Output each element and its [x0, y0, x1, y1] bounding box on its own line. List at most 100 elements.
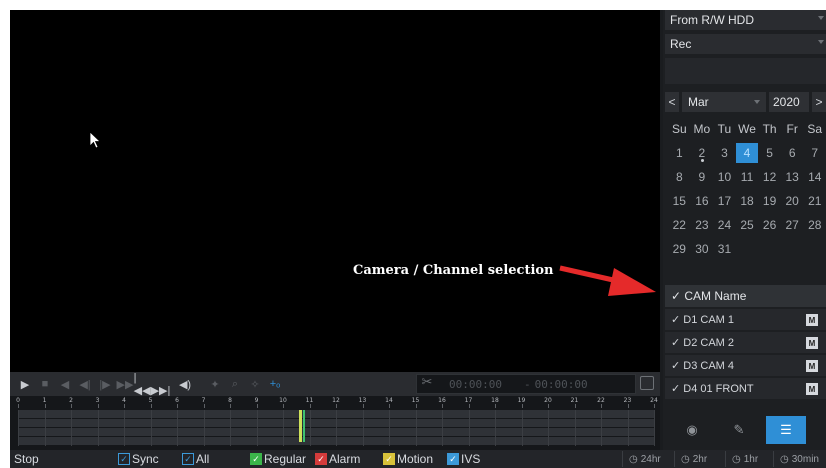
- calendar-day[interactable]: 9: [691, 170, 714, 184]
- channel-item[interactable]: ✓ D3 CAM 4 M: [665, 354, 826, 376]
- all-checkbox[interactable]: ✓ All: [182, 452, 209, 466]
- timeline-hour-label: 11: [305, 397, 314, 404]
- main-stream-badge[interactable]: M: [806, 383, 818, 395]
- calendar-day[interactable]: 17: [713, 194, 736, 208]
- calendar-day[interactable]: 4: [735, 143, 759, 163]
- calendar-day[interactable]: 20: [781, 194, 804, 208]
- calendar-day[interactable]: 23: [691, 218, 714, 232]
- weekday-label: We: [738, 122, 756, 136]
- alarm-checkbox[interactable]: ✓ Alarm: [315, 452, 360, 466]
- prev-month-button[interactable]: <: [665, 92, 679, 112]
- calendar-day[interactable]: 16: [691, 194, 714, 208]
- timeline-hour-label: 10: [279, 397, 287, 404]
- recording-segment[interactable]: [298, 410, 302, 442]
- clip-scissors-icon[interactable]: ✂: [416, 372, 438, 392]
- video-viewport[interactable]: Camera / Channel selection: [10, 10, 660, 372]
- next-month-button[interactable]: >: [812, 92, 826, 112]
- playback-state: Stop: [14, 452, 39, 466]
- ivs-checkbox[interactable]: ✓ IVS: [447, 452, 480, 466]
- calendar-day[interactable]: 25: [736, 218, 759, 232]
- calendar-day[interactable]: 24: [713, 218, 736, 232]
- calendar-day[interactable]: 22: [668, 218, 691, 232]
- timeline-tick: [336, 404, 337, 408]
- calendar-day[interactable]: 15: [668, 194, 691, 208]
- calendar-day[interactable]: 6: [781, 146, 804, 160]
- regular-checkbox[interactable]: ✓ Regular: [250, 452, 306, 466]
- clip-start-time[interactable]: 00:00:00: [449, 378, 502, 391]
- list-icon: ☰: [780, 422, 792, 437]
- range-2hr-button[interactable]: ◷ 2hr: [674, 451, 707, 467]
- calendar-day[interactable]: 19: [758, 194, 781, 208]
- skip-icon[interactable]: |◀◀▶▶|: [134, 372, 171, 397]
- calendar-day[interactable]: 29: [668, 242, 691, 256]
- tag-list-tab[interactable]: ✎: [719, 416, 759, 444]
- record-type-dropdown[interactable]: Rec: [665, 34, 826, 54]
- calendar-day[interactable]: 31: [713, 242, 736, 256]
- source-dropdown[interactable]: From R/W HDD: [665, 10, 826, 30]
- channel-item[interactable]: ✓ D2 CAM 2 M: [665, 331, 826, 353]
- timeline-hour-label: 23: [623, 397, 632, 404]
- timeline-tick: [574, 404, 576, 408]
- reverse-play-icon[interactable]: ◀: [56, 375, 74, 393]
- range-30min-button[interactable]: ◷ 30min: [773, 451, 819, 467]
- calendar-day[interactable]: 21: [803, 194, 826, 208]
- channel-list-header[interactable]: ✓ CAM Name: [665, 285, 826, 307]
- calendar-day[interactable]: 5: [758, 146, 781, 160]
- range-24hr-button[interactable]: ◷ 24hr: [622, 451, 661, 467]
- calendar-day[interactable]: 2: [691, 146, 714, 162]
- timeline-tick: [548, 404, 549, 408]
- timeline-hour-label: 0: [16, 397, 20, 404]
- weekday-label: Tu: [717, 122, 732, 136]
- volume-icon[interactable]: ◀): [176, 375, 194, 393]
- calendar-day[interactable]: 28: [803, 218, 826, 232]
- calendar-day[interactable]: 12: [758, 170, 781, 184]
- recording-segment[interactable]: [302, 410, 305, 442]
- calendar-day[interactable]: 1: [668, 146, 691, 160]
- sync-checkbox[interactable]: ✓ Sync: [118, 452, 159, 466]
- clip-end-time[interactable]: 00:00:00: [535, 378, 588, 391]
- step-back-icon[interactable]: ◀|: [76, 375, 94, 393]
- motion-checkbox[interactable]: ✓ Motion: [383, 452, 433, 466]
- chevron-down-icon: [754, 100, 760, 104]
- channel-item[interactable]: ✓ D4 01 FRONT M: [665, 377, 826, 399]
- main-stream-badge[interactable]: M: [806, 360, 818, 372]
- timeline-tick: [124, 404, 125, 408]
- smart-search-tab[interactable]: ◉: [672, 416, 712, 444]
- calendar-day[interactable]: 10: [713, 170, 736, 184]
- file-list-tab[interactable]: ☰: [766, 416, 806, 444]
- stop-icon[interactable]: ■: [36, 375, 54, 393]
- calendar-day[interactable]: 18: [736, 194, 759, 208]
- range-label: 24hr: [640, 453, 661, 465]
- timeline-hour-label: 4: [122, 397, 126, 404]
- calendar-day[interactable]: 3: [713, 146, 736, 160]
- step-forward-icon[interactable]: |▶: [96, 375, 114, 393]
- fast-forward-icon[interactable]: ▶▶: [116, 375, 134, 393]
- timeline-gridline: [468, 410, 470, 446]
- calendar-day[interactable]: 27: [781, 218, 804, 232]
- fisheye-icon[interactable]: ✦: [206, 375, 224, 393]
- channel-item[interactable]: ✓ D1 CAM 1 M: [665, 308, 826, 330]
- calendar-day[interactable]: 30: [691, 242, 714, 256]
- calendar-day[interactable]: 7: [803, 146, 826, 160]
- calendar-day[interactable]: 11: [736, 170, 759, 184]
- main-stream-badge[interactable]: M: [806, 337, 818, 349]
- calendar-day[interactable]: 8: [668, 170, 691, 184]
- save-clip-icon[interactable]: [640, 376, 654, 390]
- calendar-day[interactable]: 14: [803, 170, 826, 184]
- month-dropdown[interactable]: Mar: [682, 92, 766, 112]
- add-tag-icon[interactable]: +ₒ: [266, 375, 284, 393]
- calendar-day[interactable]: 26: [758, 218, 781, 232]
- range-1hr-button[interactable]: ◷ 1hr: [725, 451, 758, 467]
- timeline-gridline: [389, 410, 390, 446]
- panel-spacer: [665, 58, 826, 84]
- zoom-icon[interactable]: ⌕: [226, 375, 244, 393]
- calendar-day[interactable]: 13: [781, 170, 804, 184]
- play-icon[interactable]: ▶: [16, 375, 34, 393]
- main-stream-badge[interactable]: M: [806, 314, 818, 326]
- timeline[interactable]: 0 1 2 3 4 5 6 7 8 9 10 11 12 13 14 15 16 17 18 19 20 21 22 23 24: [10, 396, 660, 450]
- timeline-gridline: [336, 410, 337, 446]
- year-dropdown[interactable]: 2020: [769, 92, 809, 112]
- regular-label: Regular: [264, 452, 307, 466]
- tag-icon[interactable]: ✧: [246, 375, 264, 393]
- timeline-hour-label: 3: [95, 397, 100, 404]
